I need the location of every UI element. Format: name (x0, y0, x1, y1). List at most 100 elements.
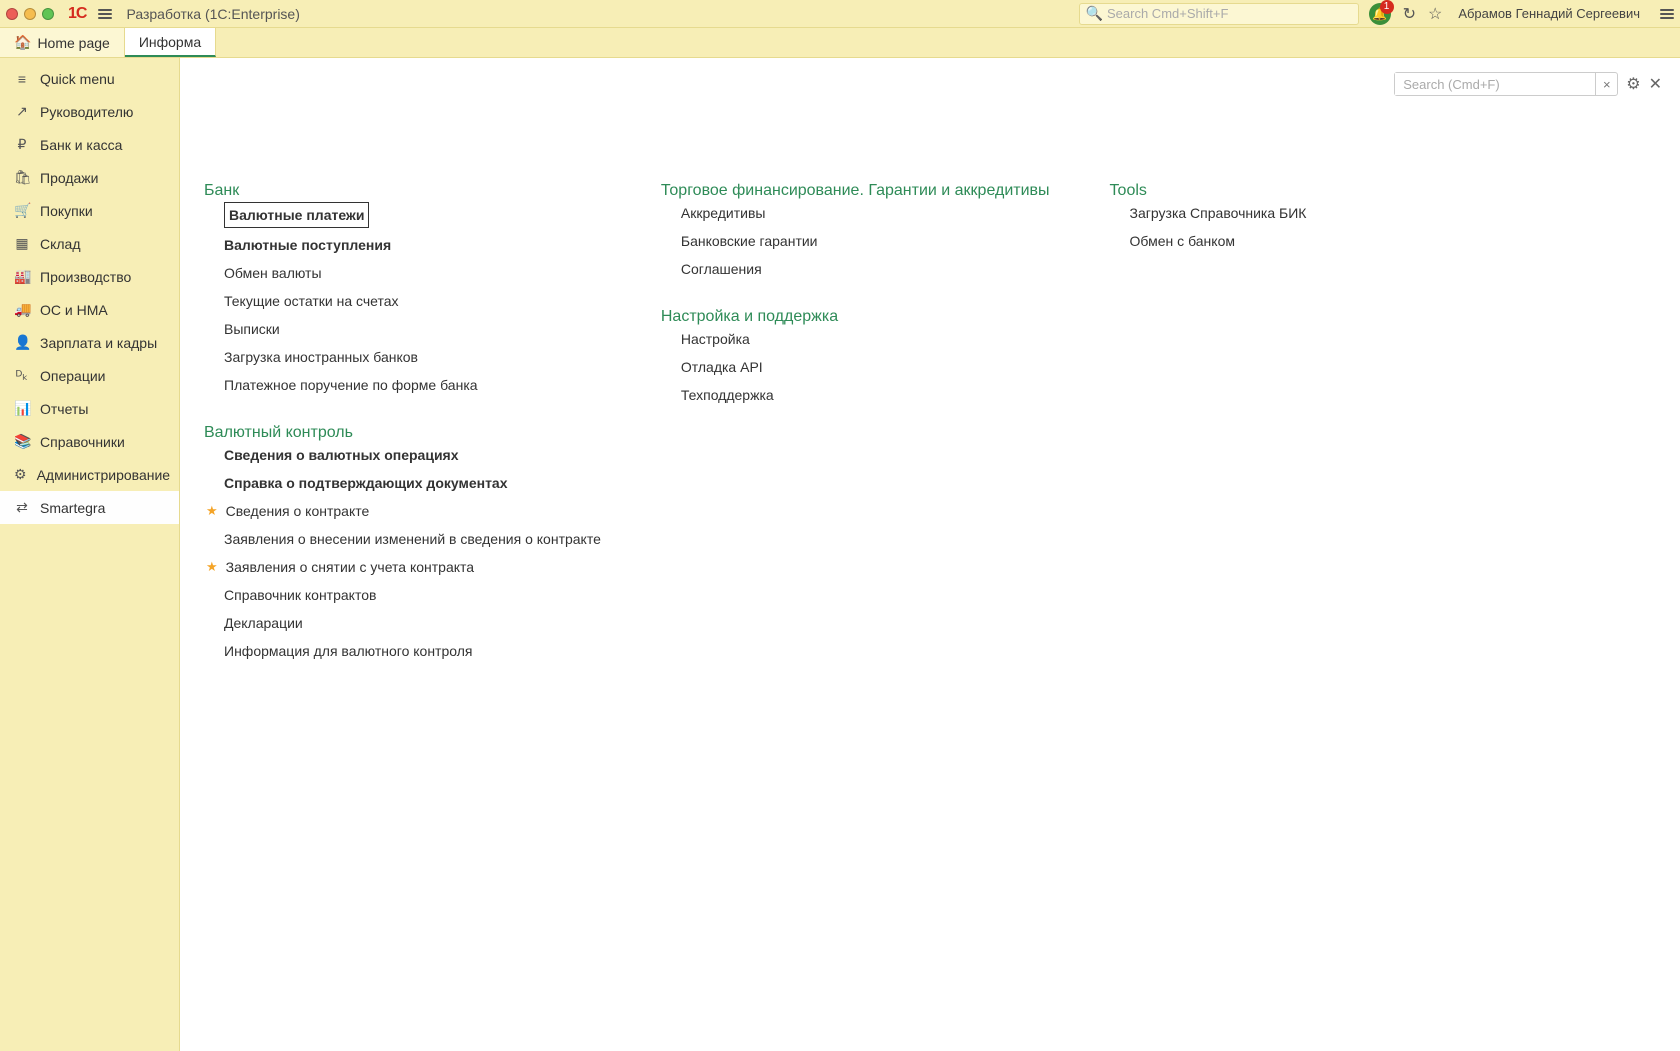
tab-home[interactable]: 🏠 Home page (0, 28, 125, 57)
reports-icon: 📊 (14, 400, 30, 417)
menu-link[interactable]: Отладка API (681, 356, 1050, 378)
sidebar-item-reports[interactable]: 📊 Отчеты (0, 392, 179, 425)
sidebar-item-hr[interactable]: 👤Зарплата и кадры (0, 326, 179, 359)
menu-link-label: Заявления о внесении изменений в сведени… (224, 528, 601, 550)
menu-link-label: Платежное поручение по форме банка (224, 374, 478, 396)
settings-menu-icon[interactable] (1660, 9, 1674, 19)
menu-link-label: Валютные поступления (224, 234, 391, 256)
user-name[interactable]: Абрамов Геннадий Сергеевич (1458, 6, 1640, 21)
sidebar-item-label: Справочники (40, 434, 125, 450)
menu-link[interactable]: Настройка (681, 328, 1050, 350)
history-icon[interactable]: ↻ (1403, 4, 1416, 24)
sidebar-item-sales[interactable]: 🛍Продажи (0, 161, 179, 194)
menu-link[interactable]: Текущие остатки на счетах (224, 290, 601, 312)
sidebar-item-label: Производство (40, 269, 131, 285)
window-controls (6, 8, 54, 20)
sidebar-item-label: Продажи (40, 170, 98, 186)
window-maximize-icon[interactable] (42, 8, 54, 20)
menu-link[interactable]: ★Заявления о снятии с учета контракта (224, 556, 601, 578)
section: Валютный контроль Сведения о валютных опе… (204, 424, 601, 662)
notifications-button[interactable]: 🔔 1 (1369, 3, 1391, 25)
page-search-input[interactable] (1395, 73, 1595, 95)
menu-link[interactable]: Аккредитивы (681, 202, 1050, 224)
menu-link[interactable]: Загрузка иностранных банков (224, 346, 601, 368)
titlebar-actions: 🔔 1 ↻ ☆ Абрамов Геннадий Сергеевич (1369, 3, 1674, 25)
section-items: Загрузка Справочника БИК Обмен с банком (1110, 202, 1307, 252)
sidebar-item-label: Smartegra (40, 500, 105, 516)
menu-link[interactable]: Выписки (224, 318, 601, 340)
menu-link[interactable]: Валютные платежи (224, 202, 601, 228)
production-icon: 🏭 (14, 268, 30, 285)
window-close-icon[interactable] (6, 8, 18, 20)
menu-link[interactable]: Платежное поручение по форме банка (224, 374, 601, 396)
section-title: Настройка и поддержка (661, 308, 1050, 326)
tab-home-label: Home page (37, 35, 109, 51)
page-search-clear[interactable]: × (1595, 73, 1617, 95)
hr-icon: 👤 (14, 334, 30, 351)
section-title: Tools (1110, 182, 1307, 200)
section: Настройка и поддержка Настройка Отладка AP… (661, 308, 1050, 406)
menu-link-label: Соглашения (681, 258, 762, 280)
menu-link[interactable]: Техподдержка (681, 384, 1050, 406)
menu-link[interactable]: Информация для валютного контроля (224, 640, 601, 662)
menu-link[interactable]: Обмен валюты (224, 262, 601, 284)
global-search[interactable]: 🔍 (1079, 3, 1359, 25)
favorites-icon[interactable]: ☆ (1428, 4, 1442, 24)
sidebar-item-operations[interactable]: ᴰₖОперации (0, 359, 179, 392)
section-title: Банк (204, 182, 601, 200)
settings-icon[interactable]: ⚙ (1626, 74, 1640, 94)
operations-icon: ᴰₖ (14, 367, 30, 384)
menu-link[interactable]: Валютные поступления (224, 234, 601, 256)
sidebar-item-smartegra[interactable]: ⇄Smartegra (0, 491, 179, 524)
sidebar-item-quick-menu[interactable]: ≡ Quick menu (0, 62, 179, 95)
menu-link-label: Текущие остатки на счетах (224, 290, 399, 312)
section-items: Сведения о валютных операциях Справка о п… (204, 444, 601, 662)
sidebar-item-label: Банк и касса (40, 137, 122, 153)
menu-link[interactable]: Соглашения (681, 258, 1050, 280)
menu-link-label: Информация для валютного контроля (224, 640, 472, 662)
sidebar-item-admin[interactable]: ⚙Администрирование (0, 458, 179, 491)
main-area: × ⚙ ✕ Банк Валютные платежи Валютные посту… (180, 58, 1680, 1051)
menu-link[interactable]: Обмен с банком (1130, 230, 1307, 252)
menu-link-label: Сведения о контракте (226, 500, 370, 522)
sidebar-item-production[interactable]: 🏭 Производство (0, 260, 179, 293)
sidebar-item-purchases[interactable]: 🛒Покупки (0, 194, 179, 227)
menu-link[interactable]: Справка о подтверждающих документах (224, 472, 601, 494)
star-icon: ★ (206, 500, 218, 522)
menu-link[interactable]: Справочник контрактов (224, 584, 601, 606)
search-icon: 🔍 (1086, 5, 1103, 22)
titlebar: 1C Разработка (1C:Enterprise) 🔍 🔔 1 ↻ ☆ … (0, 0, 1680, 28)
menu-link[interactable]: Декларации (224, 612, 601, 634)
sidebar-item-warehouse[interactable]: ▦Склад (0, 227, 179, 260)
menu-link-label: Загрузка иностранных банков (224, 346, 418, 368)
home-icon: 🏠 (14, 34, 31, 51)
section-column: Банк Валютные платежи Валютные поступления… (204, 182, 601, 662)
menu-link[interactable]: Загрузка Справочника БИК (1130, 202, 1307, 224)
menu-link-label: Декларации (224, 612, 303, 634)
sidebar-item-label: Отчеты (40, 401, 88, 417)
quick-menu-icon: ≡ (14, 71, 30, 87)
sidebar-item-assets[interactable]: 🚚ОС и НМА (0, 293, 179, 326)
section-title: Валютный контроль (204, 424, 601, 442)
sidebar-item-bank-cash[interactable]: ₽Банк и касса (0, 128, 179, 161)
menu-link-label: Обмен с банком (1130, 230, 1235, 252)
global-search-input[interactable] (1107, 6, 1352, 21)
menu-link[interactable]: Сведения о валютных операциях (224, 444, 601, 466)
window-minimize-icon[interactable] (24, 8, 36, 20)
section-items: Валютные платежи Валютные поступления Обме… (204, 202, 601, 396)
section-column: Tools Загрузка Справочника БИК Обмен с бан… (1110, 182, 1307, 662)
menu-link[interactable]: ★Сведения о контракте (224, 500, 601, 522)
menu-link-label: Настройка (681, 328, 750, 350)
menu-link[interactable]: Банковские гарантии (681, 230, 1050, 252)
menu-link[interactable]: Заявления о внесении изменений в сведени… (224, 528, 601, 550)
logo-1c: 1C (68, 5, 86, 23)
tab-info[interactable]: Информа (125, 28, 216, 57)
sidebar-item-catalogs[interactable]: 📚Справочники (0, 425, 179, 458)
sidebar-item-manager[interactable]: ↗Руководителю (0, 95, 179, 128)
sidebar-item-label: Quick menu (40, 71, 115, 87)
tab-row: 🏠 Home page Информа (0, 28, 1680, 58)
close-icon[interactable]: ✕ (1649, 74, 1662, 94)
menu-link-label: Обмен валюты (224, 262, 322, 284)
main-menu-icon[interactable] (98, 9, 112, 19)
page-search[interactable]: × (1394, 72, 1618, 96)
